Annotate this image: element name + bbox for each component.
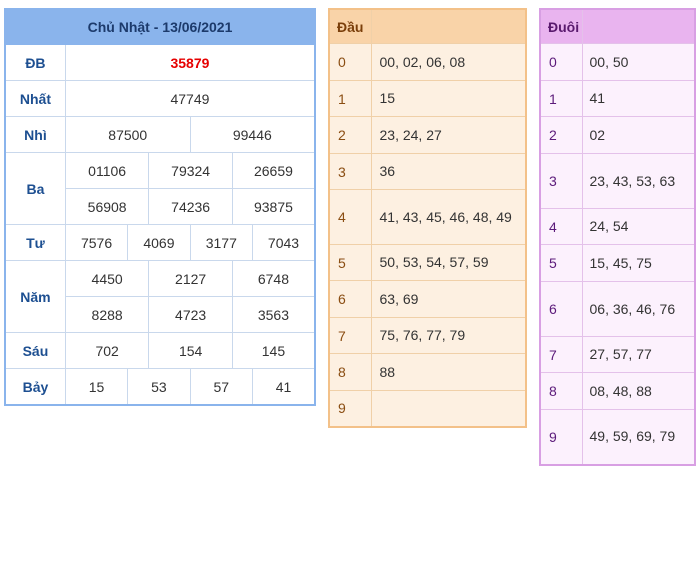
prize-ba-value: 56908	[64, 188, 150, 225]
prize-nhat-value: 47749	[64, 80, 316, 117]
duoi-header-blank	[581, 8, 696, 44]
prize-nam-value: 3563	[231, 296, 316, 333]
duoi-value: 08, 48, 88	[581, 372, 696, 410]
prize-ba-value: 26659	[231, 152, 316, 189]
dau-header-blank	[370, 8, 527, 44]
duoi-key: 9	[539, 409, 583, 465]
prize-bay-value: 41	[252, 368, 316, 406]
dau-value: 50, 53, 54, 57, 59	[370, 244, 527, 281]
prize-label-tu: Tư	[4, 224, 66, 261]
dau-value: 88	[370, 353, 527, 391]
prize-nhi-value: 87500	[64, 116, 191, 153]
duoi-header: Đuôi	[539, 8, 583, 44]
duoi-value: 23, 43, 53, 63	[581, 153, 696, 209]
dau-value: 36	[370, 153, 527, 190]
duoi-value: 49, 59, 69, 79	[581, 409, 696, 465]
prize-sau-value: 154	[148, 332, 233, 369]
duoi-key: 6	[539, 281, 583, 337]
dau-key: 3	[328, 153, 372, 190]
prize-label-sau: Sáu	[4, 332, 66, 369]
duoi-key: 7	[539, 336, 583, 373]
prize-bay-value: 15	[64, 368, 129, 406]
prize-nam-value: 8288	[64, 296, 150, 333]
prize-label-db: ĐB	[4, 44, 66, 81]
dau-table: Đầu 0 00, 02, 06, 08 1 15 2 23, 24, 27 3 36 …	[328, 8, 527, 428]
prize-bay-value: 57	[189, 368, 254, 406]
dau-value: 23, 24, 27	[370, 116, 527, 154]
prize-ba-value: 74236	[148, 188, 233, 225]
prize-label-ba: Ba	[4, 152, 66, 225]
dau-value: 75, 76, 77, 79	[370, 317, 527, 354]
prize-label-nam: Năm	[4, 260, 66, 333]
prize-nam-value: 6748	[231, 260, 316, 297]
prize-bay-value: 53	[127, 368, 191, 406]
dau-key: 8	[328, 353, 372, 391]
prize-nam-value: 4450	[64, 260, 150, 297]
results-table: Chủ Nhật - 13/06/2021 ĐB 35879 Nhất 4774…	[4, 8, 316, 406]
duoi-key: 3	[539, 153, 583, 209]
prize-label-nhat: Nhất	[4, 80, 66, 117]
duoi-value: 00, 50	[581, 43, 696, 81]
duoi-value: 24, 54	[581, 208, 696, 245]
prize-label-nhi: Nhì	[4, 116, 66, 153]
prize-label-bay: Bảy	[4, 368, 66, 406]
prize-db-value: 35879	[64, 44, 316, 81]
duoi-key: 0	[539, 43, 583, 81]
dau-value: 15	[370, 80, 527, 117]
dau-key: 0	[328, 43, 372, 81]
dau-header: Đầu	[328, 8, 372, 44]
prize-nam-value: 2127	[148, 260, 233, 297]
prize-ba-value: 93875	[231, 188, 316, 225]
prize-nam-value: 4723	[148, 296, 233, 333]
dau-key: 2	[328, 116, 372, 154]
dau-key: 1	[328, 80, 372, 117]
dau-key: 4	[328, 189, 372, 245]
prize-nhi-value: 99446	[189, 116, 316, 153]
dau-key: 9	[328, 390, 372, 427]
duoi-table: Đuôi 0 00, 50 1 41 2 02 3 23, 43, 53, 63 4 24…	[539, 8, 696, 466]
dau-key: 6	[328, 280, 372, 318]
duoi-key: 4	[539, 208, 583, 245]
prize-tu-value: 4069	[127, 224, 191, 261]
duoi-value: 41	[581, 80, 696, 117]
dau-value: 41, 43, 45, 46, 48, 49	[370, 189, 527, 245]
prize-sau-value: 702	[64, 332, 150, 369]
prize-sau-value: 145	[231, 332, 316, 369]
duoi-value: 06, 36, 46, 76	[581, 281, 696, 337]
prize-tu-value: 7043	[252, 224, 316, 261]
dau-key: 7	[328, 317, 372, 354]
prize-ba-value: 01106	[64, 152, 150, 189]
duoi-key: 8	[539, 372, 583, 410]
dau-value: 63, 69	[370, 280, 527, 318]
duoi-key: 1	[539, 80, 583, 117]
duoi-value: 02	[581, 116, 696, 154]
dau-key: 5	[328, 244, 372, 281]
prize-ba-value: 79324	[148, 152, 233, 189]
dau-value	[370, 390, 527, 427]
duoi-value: 27, 57, 77	[581, 336, 696, 373]
dau-value: 00, 02, 06, 08	[370, 43, 527, 81]
results-title: Chủ Nhật - 13/06/2021	[4, 8, 316, 45]
prize-tu-value: 3177	[189, 224, 254, 261]
duoi-key: 5	[539, 244, 583, 282]
duoi-value: 15, 45, 75	[581, 244, 696, 282]
duoi-key: 2	[539, 116, 583, 154]
prize-tu-value: 7576	[64, 224, 129, 261]
